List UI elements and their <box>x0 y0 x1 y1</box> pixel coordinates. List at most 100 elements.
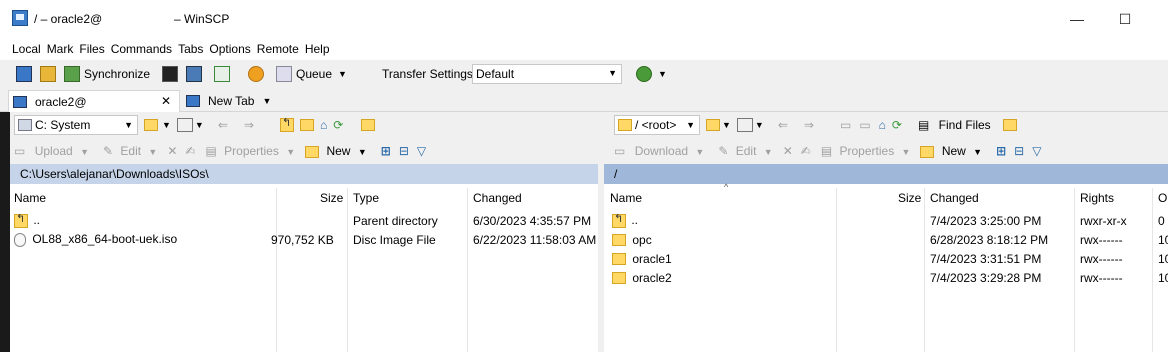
select-all-icon[interactable]: ⊞ <box>381 144 391 158</box>
open-folder-icon[interactable] <box>144 117 160 133</box>
queue-button[interactable]: Queue ▼ <box>276 66 347 82</box>
refresh-session-icon[interactable] <box>214 66 230 82</box>
column-owner[interactable]: O <box>1158 184 1167 212</box>
tab-label: oracle2@ <box>35 94 87 109</box>
remote-find-icon[interactable] <box>1002 119 1017 131</box>
table-row[interactable]: opc 6/28/2023 8:18:12 PM rwx------ 10 <box>604 230 1168 249</box>
edit-button[interactable]: ✎ Edit ▼ <box>103 144 157 158</box>
file-rights: rwx------ <box>1080 270 1123 285</box>
synchronize-label: Synchronize <box>84 67 151 81</box>
maximize-button[interactable]: ☐ <box>1102 6 1148 32</box>
table-row[interactable]: oracle1 7/4/2023 3:31:51 PM rwx------ 10 <box>604 249 1168 268</box>
back-arrow-icon[interactable]: ⇐ <box>218 118 228 132</box>
properties-button[interactable]: ▤ Properties ▼ <box>821 144 911 158</box>
open-terminal-icon[interactable] <box>162 66 178 82</box>
close-tab-icon[interactable]: ✕ <box>161 94 171 108</box>
parent-directory-icon[interactable]: ▭ <box>840 118 851 132</box>
select-all-icon[interactable]: ⊞ <box>996 144 1006 158</box>
column-name[interactable]: Name <box>14 184 46 212</box>
tab-new-tab[interactable]: New Tab ▼ <box>182 90 274 112</box>
parent-directory-icon[interactable] <box>279 116 294 132</box>
file-changed: 7/4/2023 3:25:00 PM <box>930 213 1042 228</box>
column-changed[interactable]: Changed <box>473 184 522 212</box>
properties-button[interactable]: ▤ Properties ▼ <box>205 144 295 158</box>
menu-options[interactable]: Options <box>209 42 250 56</box>
filter-select-icon[interactable]: ▽ <box>417 144 426 158</box>
transfer-settings-label: Transfer Settings <box>382 67 473 81</box>
menu-remote[interactable]: Remote <box>257 42 299 56</box>
refresh-icon[interactable]: ⟳ <box>892 118 902 132</box>
properties-icon: ▤ <box>820 144 833 158</box>
menu-mark[interactable]: Mark <box>47 42 74 56</box>
filter-icon[interactable] <box>736 118 753 132</box>
home-icon[interactable]: ⌂ <box>320 118 327 132</box>
transfer-settings-select[interactable]: Default ▼ <box>472 64 622 84</box>
home-icon[interactable]: ⌂ <box>879 118 886 132</box>
file-name: opc <box>632 232 652 247</box>
table-row[interactable]: .. 7/4/2023 3:25:00 PM rwxr-xr-x 0 <box>604 211 1168 230</box>
column-name[interactable]: Name <box>610 184 642 212</box>
chevron-down-icon: ▼ <box>124 120 133 130</box>
menu-bar: Local Mark Files Commands Tabs Options R… <box>0 38 1168 60</box>
root-directory-icon[interactable]: ▭ <box>859 118 870 132</box>
preferences-gear-icon[interactable] <box>248 66 264 82</box>
chevron-down-icon: ▼ <box>763 147 773 157</box>
menu-tabs[interactable]: Tabs <box>178 42 203 56</box>
properties-label: Properties <box>224 144 279 158</box>
download-button[interactable]: ▭ Download ▼ <box>614 144 704 158</box>
menu-help[interactable]: Help <box>305 42 330 56</box>
filter-select-icon[interactable]: ▽ <box>1032 144 1041 158</box>
filter-icon[interactable] <box>176 118 193 132</box>
menu-local[interactable]: Local <box>12 42 41 56</box>
column-rights[interactable]: Rights <box>1080 184 1114 212</box>
window-title-session: / – oracle2@ <box>34 12 103 26</box>
background-window-edge <box>0 112 10 352</box>
column-changed[interactable]: Changed <box>930 184 979 212</box>
find-files-label: Find Files <box>938 118 991 132</box>
compare-directories-icon[interactable] <box>16 66 32 82</box>
forward-arrow-icon[interactable]: ⇒ <box>244 118 254 132</box>
tab-oracle2[interactable]: oracle2@ ✕ <box>8 90 180 112</box>
column-type[interactable]: Type <box>353 184 379 212</box>
forward-arrow-icon[interactable]: ⇒ <box>804 118 814 132</box>
local-drive-select[interactable]: C: System ▼ <box>14 115 138 135</box>
edit-button[interactable]: ✎ Edit ▼ <box>718 144 772 158</box>
folder-icon <box>612 253 626 266</box>
rename-icon[interactable]: ✍ <box>801 144 811 158</box>
refresh-icon[interactable]: ⟳ <box>333 118 343 132</box>
open-folder-icon[interactable] <box>706 119 720 131</box>
deselect-icon[interactable]: ⊟ <box>399 144 409 158</box>
file-changed: 6/22/2023 11:58:03 AM <box>473 232 597 247</box>
column-size[interactable]: Size <box>898 184 921 212</box>
root-directory-icon[interactable] <box>299 119 314 131</box>
menu-files[interactable]: Files <box>79 42 104 56</box>
properties-icon: ▤ <box>205 144 217 158</box>
synchronize-button[interactable]: Synchronize <box>64 66 150 82</box>
local-path-bar[interactable]: C:\Users\alejanar\Downloads\ISOs\ <box>10 164 598 184</box>
delete-icon[interactable]: ✕ <box>167 144 177 158</box>
rename-icon[interactable]: ✍ <box>185 144 195 158</box>
chevron-down-icon: ▼ <box>338 69 347 79</box>
remote-path-select[interactable]: / <root> ▼ <box>614 115 700 135</box>
find-local-icon[interactable] <box>361 119 376 131</box>
upload-button[interactable]: ▭ Upload ▼ <box>14 144 89 158</box>
minimize-button[interactable]: — <box>1054 6 1100 32</box>
new-button[interactable]: New ▼ <box>305 144 367 158</box>
sync-browsing-icon[interactable]: ▼ <box>636 66 667 82</box>
delete-icon[interactable]: ✕ <box>783 144 793 158</box>
table-row[interactable]: .. Parent directory 6/30/2023 4:35:57 PM <box>10 211 598 230</box>
remote-path-bar[interactable]: / <box>604 164 1168 184</box>
menu-commands[interactable]: Commands <box>111 42 172 56</box>
chevron-down-icon: ▼ <box>608 68 617 78</box>
properties-label: Properties <box>839 144 895 158</box>
column-size[interactable]: Size <box>320 184 343 212</box>
new-button[interactable]: New ▼ <box>920 144 982 158</box>
back-arrow-icon[interactable]: ⇐ <box>778 118 788 132</box>
folder-icon <box>612 234 626 247</box>
find-files-button[interactable]: ▤ Find Files <box>918 118 991 132</box>
putty-icon[interactable] <box>186 66 202 82</box>
keep-remote-up-to-date-icon[interactable] <box>40 66 56 82</box>
table-row[interactable]: oracle2 7/4/2023 3:29:28 PM rwx------ 10 <box>604 268 1168 287</box>
table-row[interactable]: OL88_x86_64-boot-uek.iso 970,752 KB Disc… <box>10 230 598 249</box>
deselect-icon[interactable]: ⊟ <box>1014 144 1024 158</box>
